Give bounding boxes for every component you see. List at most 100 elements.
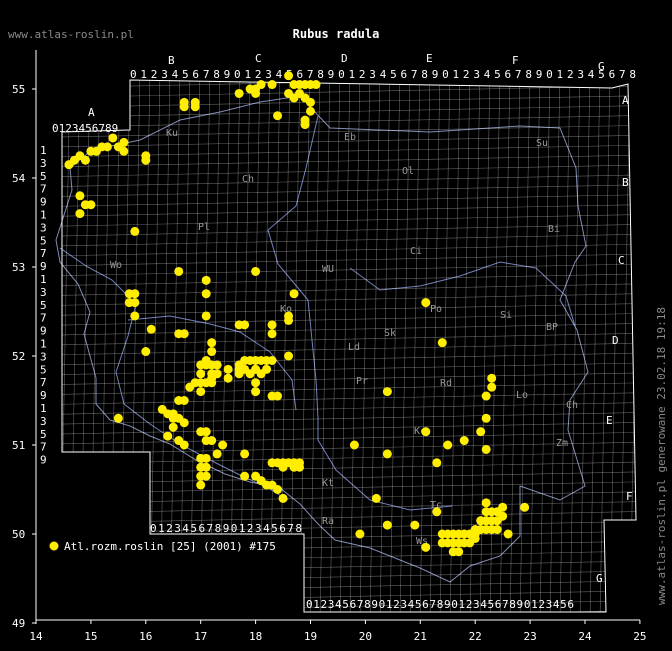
region-code: Pr [356, 376, 368, 387]
occurrence-point [421, 298, 431, 308]
occurrence-point [196, 369, 206, 379]
occurrence-point [289, 289, 299, 299]
grid-digit-left: 7 [40, 247, 47, 260]
occurrence-point [223, 364, 233, 374]
occurrence-point [179, 418, 189, 428]
occurrence-point [190, 102, 200, 112]
occurrence-point [481, 498, 491, 508]
occurrence-point [349, 440, 359, 450]
grid-digits-top-b: 0123456789012345678901234567890123456789… [130, 68, 636, 81]
occurrence-point [240, 449, 250, 459]
x-tick-label: 14 [29, 630, 43, 643]
grid-letter-e-right: E [606, 414, 613, 427]
grid-digit-left: 1 [40, 209, 47, 222]
occurrence-point [207, 436, 217, 446]
occurrence-point [251, 378, 261, 388]
grid-digit-left: 1 [40, 338, 47, 351]
occurrence-point [179, 102, 189, 112]
grid-digit-left: 5 [40, 299, 47, 312]
occurrence-point [498, 502, 508, 512]
region-code: Zm [556, 438, 568, 449]
occurrence-point [382, 449, 392, 459]
region-code: Ch [242, 174, 254, 185]
grid-digit-left: 9 [40, 260, 47, 273]
grid-letter-g-top: G [598, 60, 605, 73]
grid-digit-left: 5 [40, 363, 47, 376]
occurrence-point [218, 440, 228, 450]
grid-letter-f-top: F [512, 54, 519, 67]
region-code: Ci [410, 246, 422, 257]
occurrence-point [212, 360, 222, 370]
occurrence-point [273, 391, 283, 401]
occurrence-point [481, 413, 491, 423]
occurrence-point [207, 347, 217, 357]
x-tick-label: 25 [633, 630, 646, 643]
region-code: Ld [348, 342, 360, 353]
y-tick-label: 52 [12, 350, 25, 363]
grid-letter-a-right: A [622, 94, 629, 107]
grid-digit-left: 7 [40, 183, 47, 196]
x-tick-label: 18 [249, 630, 262, 643]
watermark-left: www.atlas-roslin.pl [8, 28, 134, 41]
x-tick-label: 23 [523, 630, 536, 643]
occurrence-point [498, 511, 508, 521]
occurrence-point [102, 142, 112, 152]
occurrence-point [141, 347, 151, 357]
occurrence-point [421, 427, 431, 437]
occurrence-point [212, 449, 222, 459]
region-code: Sk [384, 328, 396, 339]
occurrence-point [201, 275, 211, 285]
occurrence-point [382, 520, 392, 530]
occurrence-point [130, 311, 140, 321]
occurrence-point [201, 471, 211, 481]
occurrence-point [130, 289, 140, 299]
occurrence-point [382, 387, 392, 397]
occurrence-point [454, 547, 464, 557]
grid-letter-b-right: B [622, 176, 629, 189]
occurrence-point [371, 493, 381, 503]
occurrence-point [295, 462, 305, 472]
region-code: Ku [166, 128, 178, 139]
occurrence-point [256, 369, 266, 379]
occurrence-point [492, 525, 502, 535]
occurrence-point [437, 338, 447, 348]
occurrence-point [146, 324, 156, 334]
occurrence-point [278, 493, 288, 503]
grid-digit-left: 1 [40, 402, 47, 415]
occurrence-point [256, 80, 266, 90]
grid-letter-d-right: D [612, 334, 619, 347]
occurrence-point [306, 97, 315, 107]
occurrence-point [520, 502, 530, 512]
region-code: Rd [440, 378, 452, 389]
grid-digit-left: 7 [40, 441, 47, 454]
grid-digit-left: 3 [40, 415, 47, 428]
region-code: Si [500, 310, 512, 321]
occurrence-point [240, 471, 250, 481]
distribution-map: Rubus radula www.atlas-roslin.pl www.atl… [0, 0, 672, 651]
occurrence-point [179, 440, 189, 450]
legend-label: Atl.rozm.roslin [25] (2001) #175 [64, 540, 276, 553]
occurrence-point [113, 413, 123, 423]
y-tick-label: 51 [12, 439, 25, 452]
legend-marker [49, 541, 59, 551]
occurrence-point [201, 453, 211, 463]
grid-digit-left: 9 [40, 389, 47, 402]
grid-digit-left: 7 [40, 312, 47, 325]
y-tick-label: 53 [12, 261, 25, 274]
x-tick-label: 21 [414, 630, 427, 643]
occurrence-point [179, 396, 189, 405]
grid-digit-left: 5 [40, 234, 47, 247]
region-code: Lo [516, 390, 528, 401]
grid-digit-left: 9 [40, 196, 47, 209]
occurrence-point [245, 369, 255, 379]
occurrence-point [284, 71, 294, 81]
occurrence-point [234, 369, 244, 379]
y-tick-label: 55 [12, 83, 25, 96]
occurrence-point [481, 444, 491, 454]
occurrence-point [278, 462, 288, 472]
region-code: BP [546, 322, 558, 333]
occurrence-point [481, 391, 491, 401]
occurrence-point [201, 311, 211, 321]
occurrence-point [476, 427, 486, 437]
occurrence-point [284, 351, 294, 361]
